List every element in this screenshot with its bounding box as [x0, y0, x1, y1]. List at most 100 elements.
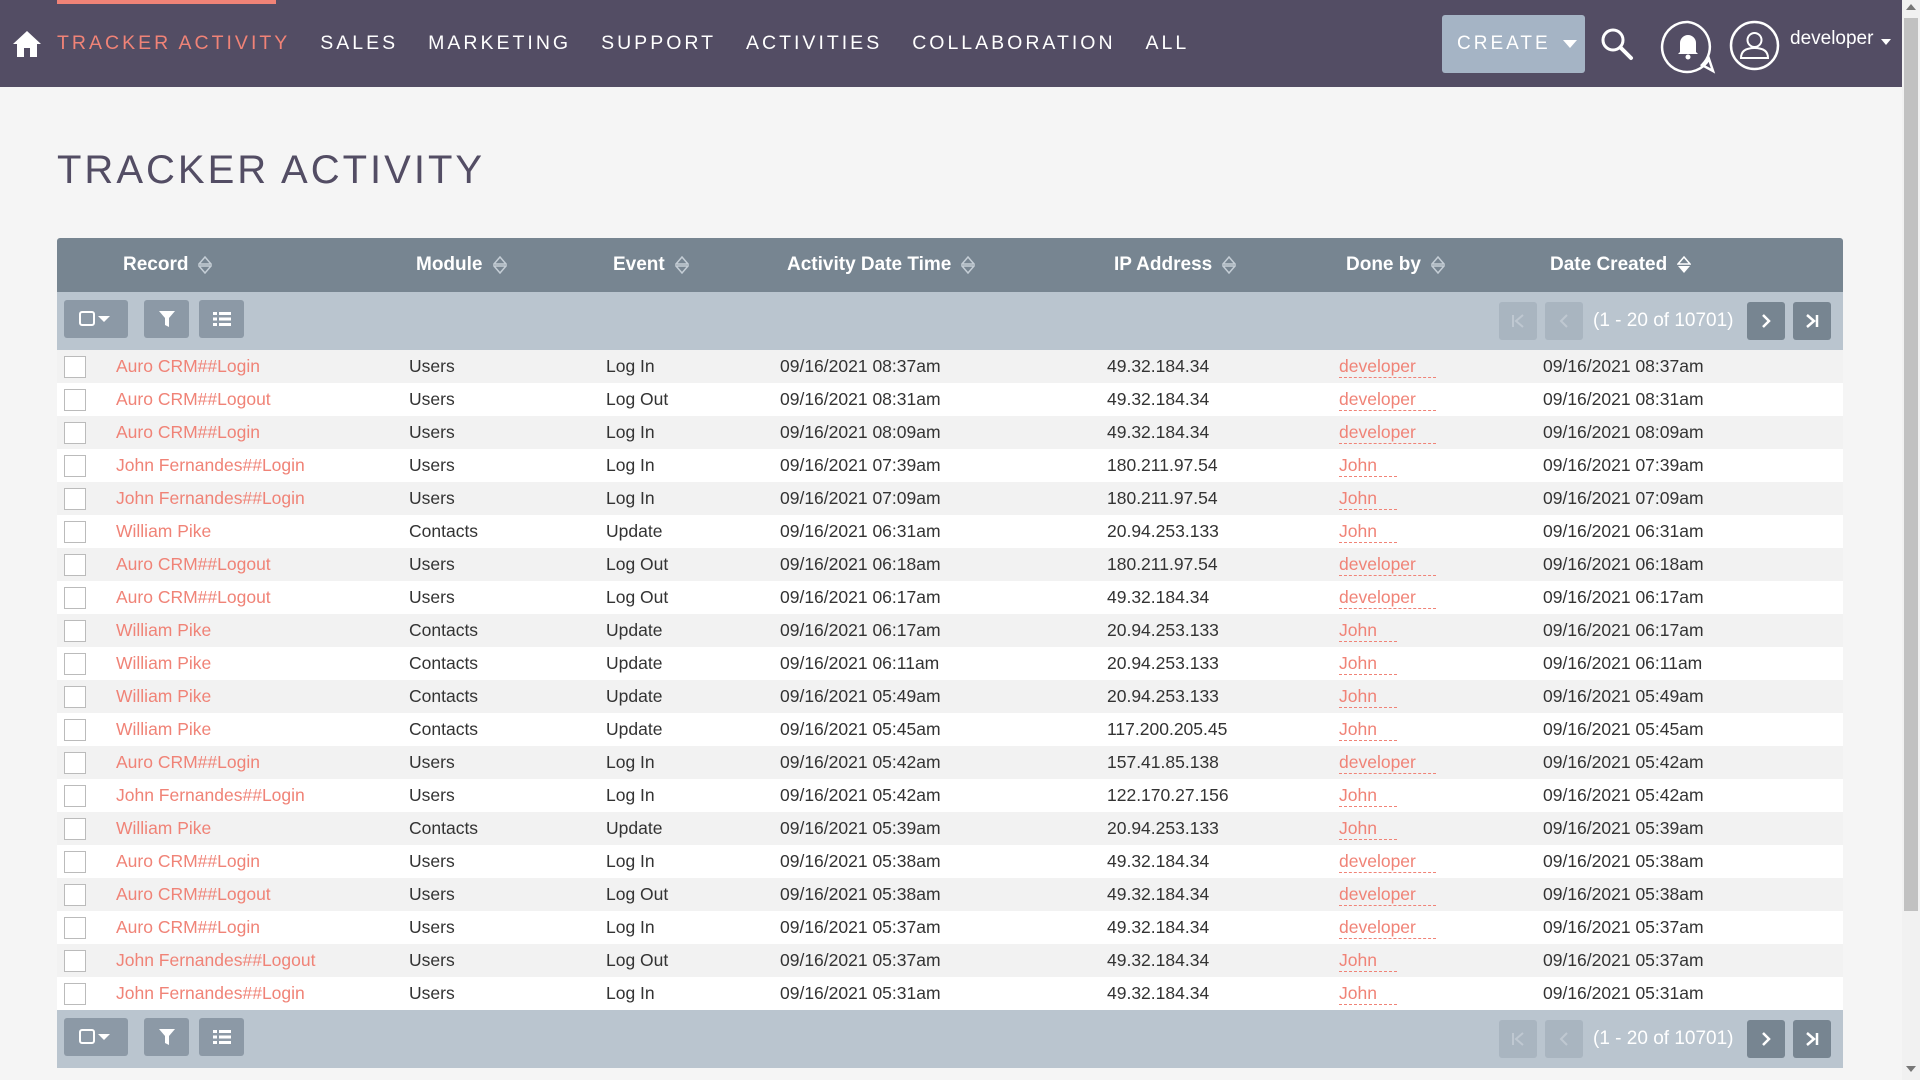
row-checkbox[interactable]: [64, 653, 86, 675]
column-header-ip-address[interactable]: IP Address: [1114, 238, 1237, 292]
done-by-link[interactable]: developer: [1339, 916, 1436, 939]
nav-item-activities[interactable]: ACTIVITIES: [746, 32, 882, 55]
user-menu[interactable]: developer: [1790, 28, 1892, 50]
row-checkbox[interactable]: [64, 818, 86, 840]
row-checkbox[interactable]: [64, 455, 86, 477]
done-by-link[interactable]: John: [1339, 784, 1397, 807]
record-link[interactable]: Auro CRM##Logout: [116, 554, 271, 575]
scroll-down-arrow-icon[interactable]: [1906, 1066, 1916, 1072]
column-header-date-created[interactable]: Date Created: [1550, 238, 1692, 292]
done-by-link[interactable]: developer: [1339, 553, 1436, 576]
filter-button[interactable]: [144, 300, 189, 338]
last-page-button[interactable]: [1793, 302, 1831, 340]
done-by-link[interactable]: John: [1339, 487, 1397, 510]
home-icon[interactable]: [11, 28, 43, 60]
record-link[interactable]: Auro CRM##Login: [116, 356, 260, 377]
record-link[interactable]: John Fernandes##Logout: [116, 950, 315, 971]
row-checkbox[interactable]: [64, 422, 86, 444]
record-link[interactable]: John Fernandes##Login: [116, 488, 305, 509]
done-by-link[interactable]: developer: [1339, 388, 1436, 411]
nav-item-collaboration[interactable]: COLLABORATION: [912, 32, 1115, 55]
next-page-button[interactable]: [1747, 1020, 1785, 1058]
bulk-select-button[interactable]: [64, 1018, 128, 1056]
record-link[interactable]: Auro CRM##Login: [116, 752, 260, 773]
row-checkbox[interactable]: [64, 389, 86, 411]
record-link[interactable]: John Fernandes##Login: [116, 455, 305, 476]
nav-item-all[interactable]: ALL: [1146, 32, 1190, 55]
done-by-link[interactable]: John: [1339, 949, 1397, 972]
done-by-link[interactable]: John: [1339, 718, 1397, 741]
scroll-up-arrow-icon[interactable]: [1906, 4, 1916, 10]
record-link[interactable]: Auro CRM##Login: [116, 851, 260, 872]
record-link[interactable]: William Pike: [116, 719, 211, 740]
done-by-link[interactable]: John: [1339, 520, 1397, 543]
row-checkbox[interactable]: [64, 686, 86, 708]
table-row: Auro CRM##Login Users Log In 09/16/2021 05:…: [57, 746, 1843, 779]
column-header-record[interactable]: Record: [123, 238, 213, 292]
column-header-module[interactable]: Module: [416, 238, 507, 292]
table-row: John Fernandes##Login Users Log In 09/16/20…: [57, 482, 1843, 515]
create-button[interactable]: CREATE: [1442, 15, 1585, 73]
row-checkbox[interactable]: [64, 917, 86, 939]
row-checkbox[interactable]: [64, 884, 86, 906]
record-link[interactable]: Auro CRM##Login: [116, 422, 260, 443]
row-checkbox[interactable]: [64, 521, 86, 543]
nav-item-support[interactable]: SUPPORT: [601, 32, 716, 55]
nav-item-marketing[interactable]: MARKETING: [428, 32, 571, 55]
record-link[interactable]: William Pike: [116, 653, 211, 674]
nav-item-tracker-activity[interactable]: TRACKER ACTIVITY: [57, 32, 290, 55]
done-by-link[interactable]: developer: [1339, 850, 1436, 873]
done-by-link[interactable]: developer: [1339, 355, 1436, 378]
record-link[interactable]: William Pike: [116, 620, 211, 641]
done-by-link[interactable]: John: [1339, 619, 1397, 642]
record-link[interactable]: William Pike: [116, 818, 211, 839]
user-avatar-icon[interactable]: [1729, 20, 1780, 71]
row-checkbox[interactable]: [64, 620, 86, 642]
row-checkbox[interactable]: [64, 851, 86, 873]
ip-address-cell: 180.211.97.54: [1107, 554, 1218, 574]
record-link[interactable]: Auro CRM##Logout: [116, 389, 271, 410]
row-checkbox[interactable]: [64, 950, 86, 972]
row-checkbox[interactable]: [64, 785, 86, 807]
row-checkbox[interactable]: [64, 488, 86, 510]
column-header-done-by[interactable]: Done by: [1346, 238, 1445, 292]
row-checkbox[interactable]: [64, 356, 86, 378]
filter-button[interactable]: [144, 1018, 189, 1056]
first-page-button[interactable]: [1499, 302, 1537, 340]
column-header-activity-date-time[interactable]: Activity Date Time: [787, 238, 976, 292]
search-icon[interactable]: [1600, 27, 1634, 61]
done-by-link[interactable]: John: [1339, 685, 1397, 708]
record-link[interactable]: Auro CRM##Logout: [116, 884, 271, 905]
done-by-link[interactable]: John: [1339, 817, 1397, 840]
done-by-link[interactable]: developer: [1339, 586, 1436, 609]
column-chooser-button[interactable]: [199, 300, 244, 338]
record-link[interactable]: John Fernandes##Login: [116, 983, 305, 1004]
last-page-button[interactable]: [1793, 1020, 1831, 1058]
record-link[interactable]: John Fernandes##Login: [116, 785, 305, 806]
done-by-link[interactable]: John: [1339, 454, 1397, 477]
record-link[interactable]: Auro CRM##Logout: [116, 587, 271, 608]
record-link[interactable]: William Pike: [116, 686, 211, 707]
prev-page-button[interactable]: [1545, 1020, 1583, 1058]
first-page-button[interactable]: [1499, 1020, 1537, 1058]
row-checkbox[interactable]: [64, 587, 86, 609]
done-by-link[interactable]: developer: [1339, 883, 1436, 906]
row-checkbox[interactable]: [64, 554, 86, 576]
column-chooser-button[interactable]: [199, 1018, 244, 1056]
done-by-link[interactable]: developer: [1339, 751, 1436, 774]
done-by-link[interactable]: John: [1339, 652, 1397, 675]
done-by-link[interactable]: John: [1339, 982, 1397, 1005]
record-link[interactable]: William Pike: [116, 521, 211, 542]
record-link[interactable]: Auro CRM##Login: [116, 917, 260, 938]
done-by-link[interactable]: developer: [1339, 421, 1436, 444]
next-page-button[interactable]: [1747, 302, 1785, 340]
row-checkbox[interactable]: [64, 983, 86, 1005]
bulk-select-button[interactable]: [64, 300, 128, 338]
page-scrollbar-thumb[interactable]: [1904, 18, 1918, 911]
prev-page-button[interactable]: [1545, 302, 1583, 340]
row-checkbox[interactable]: [64, 719, 86, 741]
bell-icon[interactable]: [1660, 19, 1716, 75]
column-header-event[interactable]: Event: [613, 238, 689, 292]
nav-item-sales[interactable]: SALES: [320, 32, 398, 55]
row-checkbox[interactable]: [64, 752, 86, 774]
